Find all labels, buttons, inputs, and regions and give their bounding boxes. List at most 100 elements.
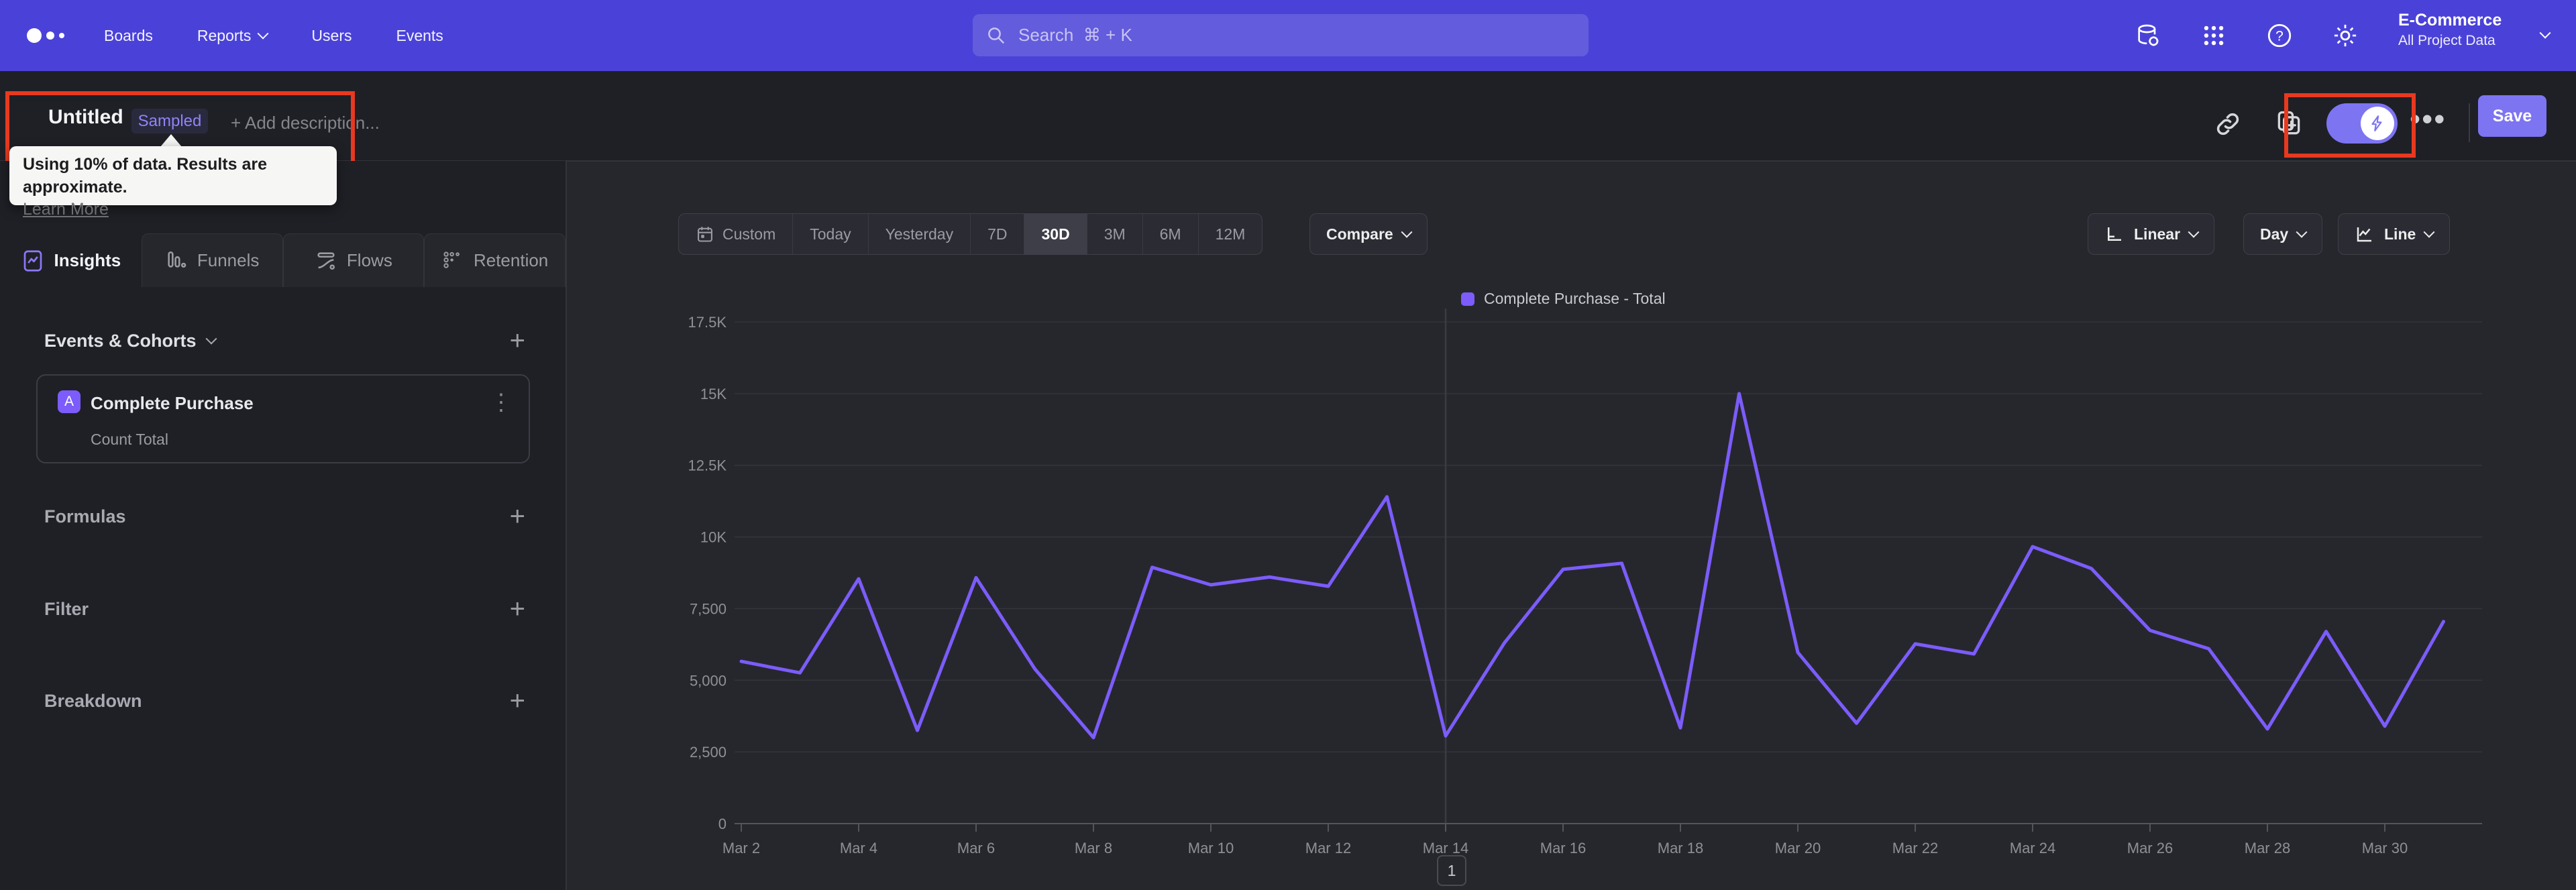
data-management-icon[interactable] xyxy=(2133,21,2163,50)
x-axis-label: Mar 20 xyxy=(1775,840,1821,856)
scale-chevron-down-icon xyxy=(2188,226,2200,238)
report-title[interactable]: Untitled xyxy=(48,106,123,129)
y-axis-label: 12.5K xyxy=(688,457,727,474)
project-name: E-Commerce xyxy=(2398,11,2502,30)
scale-dropdown[interactable]: Linear xyxy=(2088,213,2215,255)
copy-link-icon[interactable] xyxy=(2214,110,2242,142)
range-button-custom[interactable]: Custom xyxy=(679,214,792,254)
range-button-12m[interactable]: 12M xyxy=(1197,214,1263,254)
x-axis-label: Mar 6 xyxy=(957,840,995,856)
retention-icon xyxy=(443,251,460,268)
nav-item-reports[interactable]: Reports xyxy=(197,27,269,45)
save-button[interactable]: Save xyxy=(2478,95,2546,137)
funnels-icon xyxy=(168,251,186,268)
tab-label: Retention xyxy=(473,250,549,270)
settings-gear-icon[interactable] xyxy=(2330,21,2360,50)
tab-label: Insights xyxy=(54,250,121,270)
search-icon xyxy=(988,27,1005,44)
x-axis-label: Mar 16 xyxy=(1540,840,1586,856)
x-axis-label: Mar 18 xyxy=(1658,840,1703,856)
add-breakdown-button[interactable]: + xyxy=(510,687,525,714)
report-header-bar xyxy=(0,71,2576,161)
flows-icon xyxy=(317,252,335,270)
project-scope: All Project Data xyxy=(2398,33,2496,48)
compare-chevron-down-icon xyxy=(1401,226,1413,238)
lightning-bolt-icon xyxy=(2371,115,2382,131)
search-bar[interactable] xyxy=(973,14,1589,56)
section-row-formulas: Formulas + xyxy=(44,503,525,530)
events-cohorts-row: Events & Cohorts + xyxy=(44,327,525,354)
tab-flows[interactable]: Flows xyxy=(282,233,425,287)
nav-item-boards[interactable]: Boards xyxy=(104,27,153,45)
section-label: Breakdown xyxy=(44,690,142,711)
tooltip-arrow xyxy=(160,134,182,147)
series-line-complete-purchase[interactable] xyxy=(739,392,2445,740)
event-card[interactable]: A Complete Purchase Count Total ⋮ xyxy=(36,374,530,463)
x-axis-label: Mar 4 xyxy=(840,840,877,856)
report-type-tabs: Insights Funnels Flows Retention xyxy=(0,233,566,287)
section-label: Formulas xyxy=(44,506,126,526)
add-description-field[interactable]: + Add description... xyxy=(231,113,380,133)
add-event-button[interactable]: + xyxy=(510,327,525,354)
tooltip-message: Using 10% of data. Results are approxima… xyxy=(23,155,268,197)
add-to-board-icon[interactable] xyxy=(2274,109,2304,142)
chart-type-dropdown[interactable]: Line xyxy=(2338,213,2451,255)
section-row-breakdown: Breakdown + xyxy=(44,687,525,714)
chart-pagination[interactable]: 1 xyxy=(1437,855,1466,886)
y-axis-label: 17.5K xyxy=(688,314,727,331)
add-formulas-button[interactable]: + xyxy=(510,503,525,530)
tab-label: Funnels xyxy=(197,250,260,270)
more-actions-button[interactable]: ••• xyxy=(2410,101,2446,137)
section-row-filter: Filter + xyxy=(44,596,525,622)
mixpanel-logo-icon[interactable] xyxy=(27,0,64,71)
event-name[interactable]: Complete Purchase xyxy=(91,393,254,414)
line-chart-icon xyxy=(2357,227,2371,242)
nav-item-events[interactable]: Events xyxy=(396,27,443,45)
event-kebab-menu-icon[interactable]: ⋮ xyxy=(490,389,513,416)
events-cohorts-header[interactable]: Events & Cohorts xyxy=(44,331,217,351)
range-button-6m[interactable]: 6M xyxy=(1142,214,1198,254)
range-button-yesterday[interactable]: Yesterday xyxy=(867,214,970,254)
toggle-knob xyxy=(2361,107,2394,140)
range-button-3m[interactable]: 3M xyxy=(1086,214,1142,254)
compare-button[interactable]: Compare xyxy=(1309,213,1428,255)
calendar-icon xyxy=(698,227,712,242)
y-axis-label: 0 xyxy=(718,816,727,832)
help-icon[interactable]: ? xyxy=(2265,21,2294,50)
tab-funnels[interactable]: Funnels xyxy=(141,233,283,287)
chart-type-chevron-down-icon xyxy=(2423,226,2435,238)
x-axis-label: Mar 2 xyxy=(722,840,760,856)
add-filter-button[interactable]: + xyxy=(510,596,525,622)
tab-label: Flows xyxy=(346,250,392,270)
event-metric[interactable]: Count Total xyxy=(91,431,168,449)
top-nav-icon-group: ? xyxy=(2133,0,2360,71)
x-axis-label: Mar 30 xyxy=(2362,840,2408,856)
x-axis-label: Mar 24 xyxy=(2010,840,2055,856)
nav-item-users[interactable]: Users xyxy=(311,27,352,45)
line-chart[interactable]: 0 2,500 5,000 7,500 10K 12.5K 15K 17.5K Mar 2 Mar… xyxy=(671,288,2509,879)
query-sidebar: Insights Funnels Flows Retention Events & C… xyxy=(0,161,567,890)
range-button-30d[interactable]: 30D xyxy=(1024,214,1087,254)
search-input[interactable] xyxy=(1017,24,1575,46)
top-nav-items: Boards Reports Users Events xyxy=(104,0,443,71)
sampled-badge[interactable]: Sampled xyxy=(131,109,208,133)
project-chevron-down-icon[interactable] xyxy=(2539,27,2551,39)
insights-icon xyxy=(23,249,42,272)
y-axis-label: 7,500 xyxy=(690,600,727,617)
range-button-7d[interactable]: 7D xyxy=(970,214,1024,254)
series-letter-badge: A xyxy=(58,390,80,413)
y-axis-label: 10K xyxy=(700,529,727,546)
apps-grid-icon[interactable] xyxy=(2199,21,2229,50)
interval-chevron-down-icon xyxy=(2296,226,2308,238)
boost-toggle[interactable] xyxy=(2326,103,2398,144)
sampling-tooltip: Using 10% of data. Results are approxima… xyxy=(9,146,337,219)
interval-dropdown[interactable]: Day xyxy=(2243,213,2323,255)
header-actions-divider xyxy=(2469,103,2470,142)
tab-insights[interactable]: Insights xyxy=(0,233,142,287)
tab-retention[interactable]: Retention xyxy=(424,233,566,287)
project-selector[interactable]: E-Commerce All Project Data xyxy=(2398,11,2502,49)
range-button-today[interactable]: Today xyxy=(792,214,867,254)
y-axis-label: 15K xyxy=(700,386,727,402)
date-range-control: Custom Today Yesterday 7D 30D 3M 6M 12M xyxy=(678,213,1263,255)
learn-more-link[interactable]: Learn More xyxy=(23,199,323,220)
